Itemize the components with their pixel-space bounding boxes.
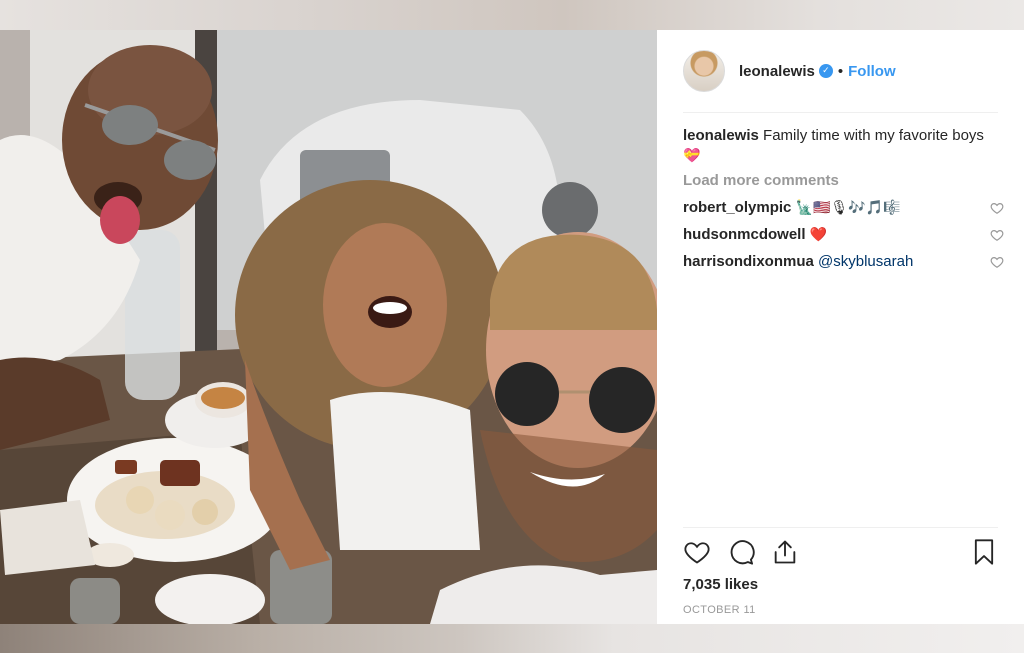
caption: leonalewis Family time with my favorite …	[683, 126, 1004, 166]
separator-dot: •	[837, 62, 844, 80]
share-icon[interactable]	[771, 538, 799, 566]
comment-item: harrisondixonmua @skyblusarah	[683, 252, 1004, 272]
photo-illustration	[0, 30, 657, 624]
comment-mention-link[interactable]: @skyblusarah	[818, 253, 913, 270]
comment-like-heart-icon[interactable]	[990, 255, 1004, 269]
comment-username[interactable]: robert_olympic	[683, 199, 791, 216]
post-photo[interactable]	[0, 30, 657, 624]
actions-divider	[683, 527, 998, 528]
caption-text: Family time with my favorite boys	[763, 127, 984, 144]
post-sidebar: leonalewis ✓ • Follow leonalewis Family …	[657, 30, 1024, 624]
comment-like-heart-icon[interactable]	[990, 228, 1004, 242]
comment-username[interactable]: harrisondixonmua	[683, 253, 814, 270]
blurred-top-band	[0, 0, 1024, 30]
likes-count[interactable]: 7,035 likes	[683, 576, 758, 593]
comment-item: hudsonmcdowell ❤️	[683, 225, 1004, 245]
blurred-bottom-band	[0, 624, 1024, 653]
post-date[interactable]: OCTOBER 11	[683, 604, 756, 616]
follow-button[interactable]: Follow	[848, 63, 896, 80]
comment-icon[interactable]	[727, 538, 755, 566]
comment-text: ❤️	[809, 227, 828, 243]
action-bar	[683, 538, 998, 568]
comment-username[interactable]: hudsonmcdowell	[683, 226, 806, 243]
bookmark-icon[interactable]	[970, 538, 998, 566]
comment-text: 🗽🇺🇸🎙🎶🎵🎼	[795, 200, 901, 216]
load-more-comments-button[interactable]: Load more comments	[683, 171, 1004, 191]
comment-like-heart-icon[interactable]	[990, 201, 1004, 215]
caption-username[interactable]: leonalewis	[683, 127, 759, 144]
comment-item: robert_olympic 🗽🇺🇸🎙🎶🎵🎼	[683, 198, 1004, 218]
avatar[interactable]	[683, 50, 725, 92]
comments-section: leonalewis Family time with my favorite …	[683, 126, 1004, 272]
heart-icon[interactable]	[683, 538, 711, 566]
header-divider	[683, 112, 998, 113]
post-header: leonalewis ✓ • Follow	[683, 48, 998, 94]
caption-emoji: 💝	[683, 148, 701, 164]
verified-badge-icon: ✓	[818, 64, 833, 78]
header-username[interactable]: leonalewis	[739, 63, 815, 80]
